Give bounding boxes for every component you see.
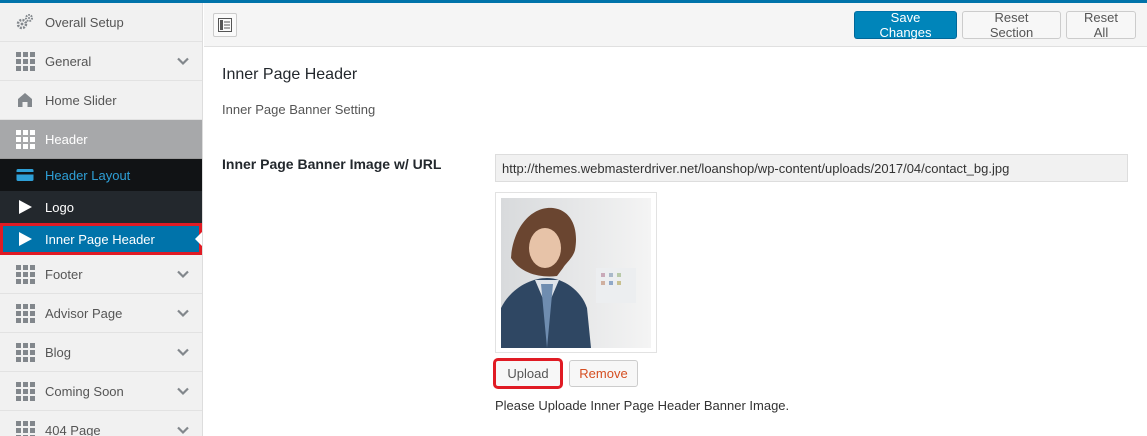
remove-button[interactable]: Remove [569,360,638,387]
sidebar-item-coming-soon[interactable]: Coming Soon [0,372,202,411]
chevron-down-icon [177,348,189,357]
current-indicator-arrow [195,232,202,246]
play-icon [15,197,35,217]
upload-button[interactable]: Upload [493,358,563,389]
chevron-down-icon [177,426,189,435]
grid-icon [15,264,35,284]
sidebar-subitem-label: Inner Page Header [45,231,155,247]
sidebar-subitem-header-layout[interactable]: Header Layout [0,159,202,191]
sidebar-item-label: Blog [45,344,72,360]
save-changes-button[interactable]: Save Changes [854,10,957,40]
section-description: Inner Page Banner Setting [222,102,376,117]
image-preview [495,192,657,353]
sidebar-subitem-inner-page-header[interactable]: Inner Page Header [0,223,202,255]
section-title: Inner Page Header [222,66,358,83]
chevron-down-icon [177,270,189,279]
sidebar-item-label: Overall Setup [45,14,124,30]
grid-icon [15,420,35,436]
sidebar-subitem-label: Logo [45,199,74,215]
sidebar-item-general[interactable]: General [0,42,202,81]
chevron-down-icon [177,387,189,396]
sidebar-item-footer[interactable]: Footer [0,255,202,294]
sidebar-item-header[interactable]: Header [0,120,202,159]
grid-icon [15,129,35,149]
credit-card-icon [15,165,35,185]
sidebar-item-label: Advisor Page [45,305,123,321]
sidebar-item-label: Footer [45,266,83,282]
chevron-down-icon [177,309,189,318]
sidebar-item-label: Header [45,131,88,147]
field-help-text: Please Uploade Inner Page Header Banner … [495,398,790,413]
chevron-down-icon [177,57,189,66]
sidebar-item-404-page[interactable]: 404 Page [0,411,202,436]
toolbar: Save Changes Reset Section Reset All [204,3,1147,47]
play-icon [15,229,35,249]
sidebar-item-home-slider[interactable]: Home Slider [0,81,202,120]
grid-icon [15,381,35,401]
panel-toggle-icon [218,18,232,32]
grid-icon [15,303,35,323]
sidebar-item-label: General [45,53,92,69]
sidebar-item-label: Coming Soon [45,383,124,399]
sidebar-item-label: Home Slider [45,92,117,108]
main-panel: Save Changes Reset Section Reset All Inn… [204,3,1147,436]
sidebar-item-overall-setup[interactable]: Overall Setup [0,3,202,42]
sidebar-item-advisor-page[interactable]: Advisor Page [0,294,202,333]
banner-preview-image [501,198,651,348]
sidebar-subitem-label: Header Layout [45,167,131,183]
sidebar-subitem-logo[interactable]: Logo [0,191,202,223]
reset-all-button[interactable]: Reset All [1066,10,1136,40]
home-icon [15,90,35,110]
sidebar-item-label: 404 Page [45,422,101,436]
sidebar-item-blog[interactable]: Blog [0,333,202,372]
grid-icon [15,342,35,362]
banner-image-url-input[interactable] [495,154,1128,182]
field-label: Inner Page Banner Image w/ URL [222,156,442,172]
gears-icon [15,12,35,32]
grid-icon [15,51,35,71]
sidebar-toggle-button[interactable] [213,13,237,37]
reset-section-button[interactable]: Reset Section [962,10,1061,40]
sidebar: Overall Setup General Home Slider Header… [0,3,203,436]
